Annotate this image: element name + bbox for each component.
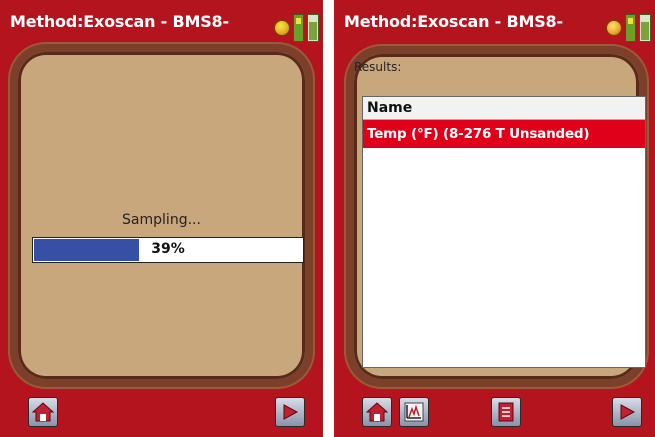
sampling-status-label: Sampling... bbox=[122, 212, 201, 228]
bottom-toolbar bbox=[334, 387, 655, 437]
results-list[interactable]: Name Temp (°F) (8-276 T Unsanded) bbox=[362, 96, 646, 368]
results-label: Results: bbox=[354, 60, 402, 74]
results-screen: Method:Exoscan - BMS8- Results: Name Tem… bbox=[334, 0, 655, 437]
signal-icon bbox=[293, 14, 304, 42]
column-header-name[interactable]: Name bbox=[363, 97, 645, 120]
window-title: Method:Exoscan - BMS8- bbox=[10, 12, 229, 31]
title-bar: Method:Exoscan - BMS8- bbox=[0, 0, 323, 44]
battery-icon bbox=[307, 14, 319, 42]
status-indicator-icon bbox=[274, 20, 290, 36]
home-icon bbox=[32, 402, 54, 422]
chart-icon bbox=[404, 402, 424, 422]
next-button[interactable] bbox=[275, 397, 305, 427]
bottom-toolbar bbox=[0, 387, 323, 437]
status-indicator-icon bbox=[606, 20, 622, 36]
play-icon bbox=[283, 404, 299, 420]
home-icon bbox=[366, 402, 388, 422]
sampling-progress-bar: 39% bbox=[32, 237, 304, 263]
sampling-screen: Method:Exoscan - BMS8- Sampling... 39% bbox=[0, 0, 323, 437]
play-icon bbox=[620, 404, 636, 420]
home-button[interactable] bbox=[28, 397, 58, 427]
document-icon bbox=[498, 402, 514, 422]
report-button[interactable] bbox=[491, 397, 521, 427]
content-panel: Sampling... 39% bbox=[10, 44, 313, 387]
window-title: Method:Exoscan - BMS8- bbox=[344, 12, 563, 31]
signal-icon bbox=[625, 14, 636, 42]
next-button[interactable] bbox=[612, 397, 642, 427]
progress-percent: 39% bbox=[151, 241, 185, 257]
title-bar: Method:Exoscan - BMS8- bbox=[334, 0, 655, 44]
home-button[interactable] bbox=[362, 397, 392, 427]
status-icons bbox=[274, 14, 319, 42]
battery-icon bbox=[639, 14, 651, 42]
result-row-selected[interactable]: Temp (°F) (8-276 T Unsanded) bbox=[363, 120, 645, 148]
chart-button[interactable] bbox=[399, 397, 429, 427]
status-icons bbox=[606, 14, 651, 42]
